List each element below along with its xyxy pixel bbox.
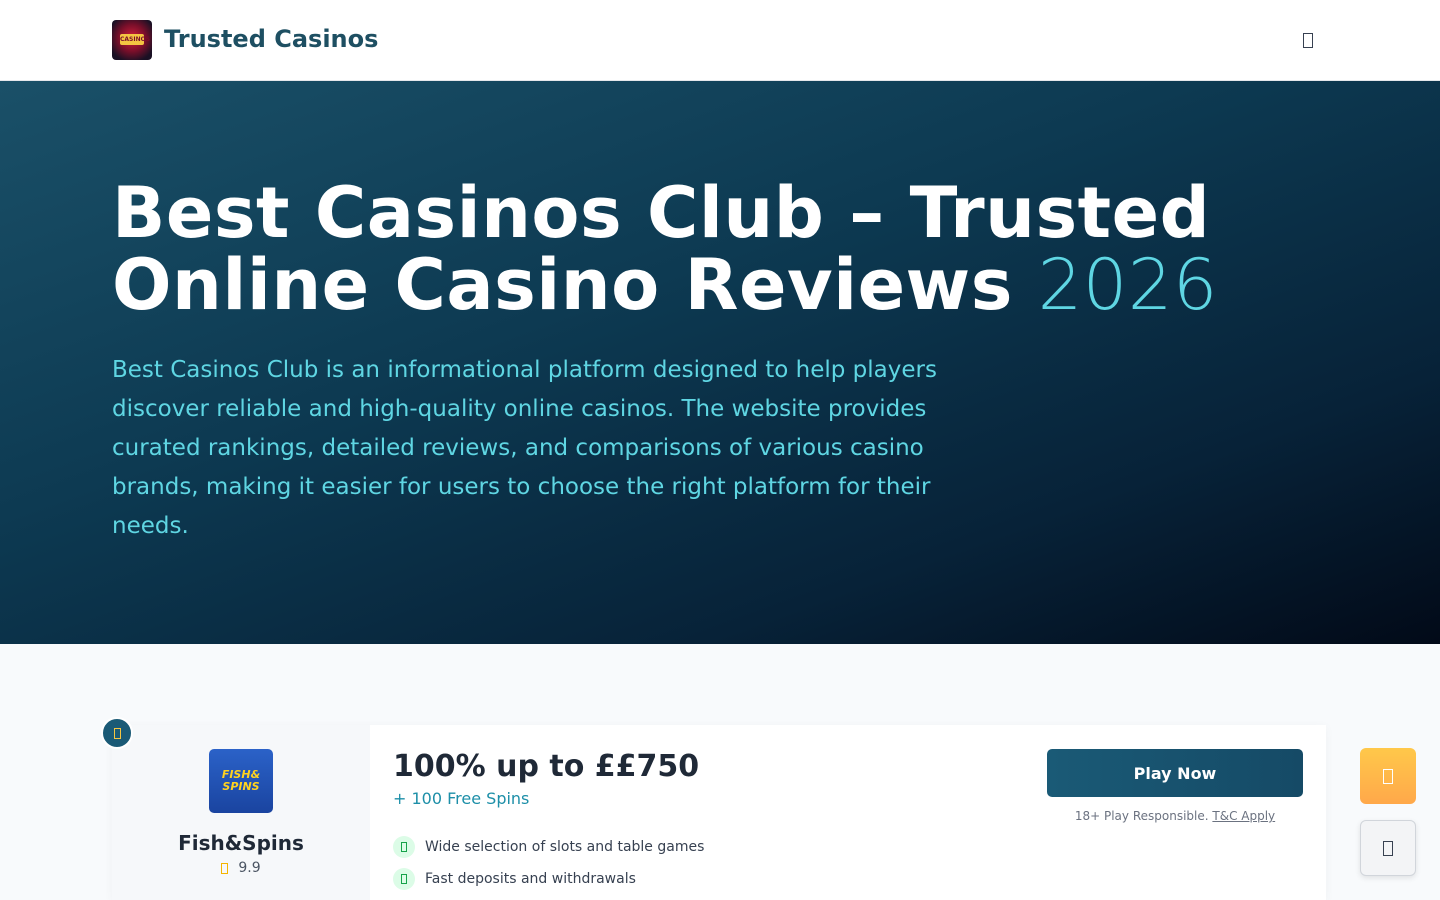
star-icon [221,862,229,874]
disclaimer-text: 18+ Play Responsible. [1074,809,1209,823]
casino-brand-panel: FISH& SPINS Fish&Spins 9.9 [112,725,370,900]
rank-badge [101,717,133,749]
casino-rating: 9.9 [112,860,370,876]
bonus-subtitle: + 100 Free Spins [393,789,530,808]
widget-button[interactable] [1360,820,1416,876]
hero-title-year: 2026 [1037,244,1218,326]
tc-apply-link[interactable]: T&C Apply [1212,809,1275,823]
crown-icon [113,727,121,739]
menu-button[interactable] [1296,28,1320,52]
bonus-title: 100% up to ££750 [393,749,700,784]
hero-title: Best Casinos Club – Trusted Online Casin… [112,177,1252,321]
hero-section: Best Casinos Club – Trusted Online Casin… [0,81,1440,644]
feature-text: Wide selection of slots and table games [425,839,705,855]
check-icon [393,836,415,858]
feature-item: Wide selection of slots and table games [393,836,704,858]
feature-item: Fast deposits and withdrawals [393,868,636,890]
widget-icon [1383,840,1393,856]
disclaimer: 18+ Play Responsible. T&C Apply [1047,809,1303,823]
feature-text: Fast deposits and withdrawals [425,871,636,887]
site-header: CASINOS Trusted Casinos [0,0,1440,81]
casino-card: FISH& SPINS Fish&Spins 9.9 100% up to ££… [112,725,1326,900]
casino-logo-line2: SPINS [222,780,260,793]
rating-score: 9.9 [238,860,261,876]
play-now-button[interactable]: Play Now [1047,749,1303,797]
casino-logo[interactable]: FISH& SPINS [209,749,273,813]
menu-icon [1303,32,1313,48]
gift-button[interactable] [1360,748,1416,804]
check-icon [393,868,415,890]
brand-name[interactable]: Trusted Casinos [164,22,378,56]
site-logo[interactable]: CASINOS [112,20,152,60]
logo-text: CASINOS [120,34,151,45]
casino-name: Fish&Spins [178,831,304,855]
hero-description: Best Casinos Club is an informational pl… [112,357,937,539]
gift-icon [1383,768,1393,784]
